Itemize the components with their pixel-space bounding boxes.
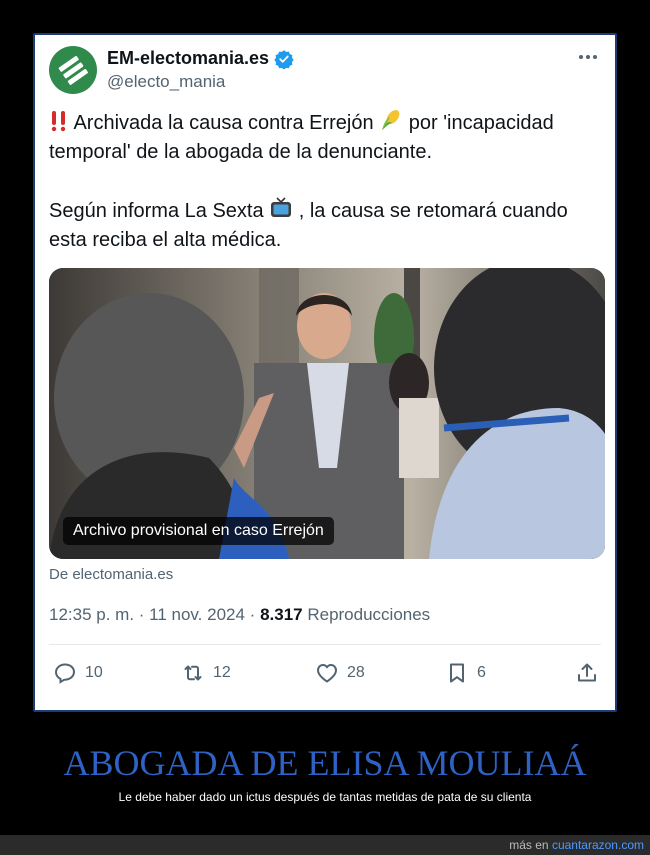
display-name[interactable]: EM-electomania.es (107, 48, 269, 69)
bookmark-count: 6 (477, 664, 486, 681)
bookmark-button[interactable]: 6 (445, 661, 486, 685)
divider (49, 644, 601, 645)
corn-icon (382, 110, 400, 130)
share-icon (578, 663, 596, 682)
like-button[interactable]: 28 (315, 661, 365, 685)
avatar[interactable] (49, 46, 97, 94)
site-footer: más en cuantarazon.com (0, 835, 650, 855)
footer-prefix: más en (509, 838, 552, 852)
tweet-line: Según informa La Sexta , la causa se ret… (49, 196, 599, 226)
verified-badge-icon (274, 49, 294, 69)
tweet-card: EM-electomania.es @electo_mania Archivad… (33, 33, 617, 712)
share-button[interactable] (575, 661, 599, 685)
more-options-button[interactable] (579, 49, 601, 65)
tweet-text-part: Archivada la causa contra Errejón (73, 112, 374, 134)
tweet-meta: 12:35 p. m. · 11 nov. 2024 · 8.317 Repro… (49, 605, 430, 625)
timestamp[interactable]: 12:35 p. m. · 11 nov. 2024 · (49, 605, 260, 624)
tweet-text-part: , la causa se retomará cuando (298, 200, 568, 222)
bookmark-icon (450, 663, 464, 683)
link-source[interactable]: De electomania.es (49, 566, 173, 583)
tweet-line: Archivada la causa contra Errejón por 'i… (49, 108, 599, 138)
tv-icon (271, 197, 292, 217)
media-caption: Archivo provisional en caso Errejón (63, 517, 334, 545)
tweet-line: temporal' de la abogada de la denunciant… (49, 141, 432, 163)
tweet-line: esta reciba el alta médica. (49, 229, 282, 251)
meme-subline: Le debe haber dado un ictus después de t… (118, 790, 532, 804)
user-handle[interactable]: @electo_mania (107, 72, 225, 92)
site-link[interactable]: cuantarazon.com (552, 838, 644, 852)
tweet-text: Archivada la causa contra Errejón por 'i… (49, 108, 599, 255)
tweet-media[interactable]: Archivo provisional en caso Errejón (49, 268, 605, 559)
tweet-text-part: por 'incapacidad (408, 112, 554, 134)
action-bar: 10 12 28 6 (53, 661, 601, 687)
reply-icon (54, 663, 76, 684)
like-count: 28 (347, 664, 365, 681)
heart-icon (317, 664, 337, 683)
author-row: EM-electomania.es (107, 48, 294, 69)
views-label: Reproducciones (302, 605, 431, 624)
retweet-button[interactable]: 12 (181, 661, 231, 685)
retweet-count: 12 (213, 664, 231, 681)
electomania-logo-icon (58, 55, 88, 85)
meme-headline: ABOGADA DE ELISA MOULIAÁ (63, 743, 587, 783)
views-count: 8.317 (260, 605, 303, 624)
double-exclamation-icon (51, 111, 66, 132)
retweet-icon (184, 665, 202, 681)
photo-image (49, 268, 605, 559)
reply-count: 10 (85, 664, 103, 681)
reply-button[interactable]: 10 (53, 661, 103, 685)
tweet-text-part: Según informa La Sexta (49, 200, 264, 222)
more-icon-dot (586, 55, 590, 59)
more-icon (579, 55, 583, 59)
more-icon-dot (593, 55, 597, 59)
